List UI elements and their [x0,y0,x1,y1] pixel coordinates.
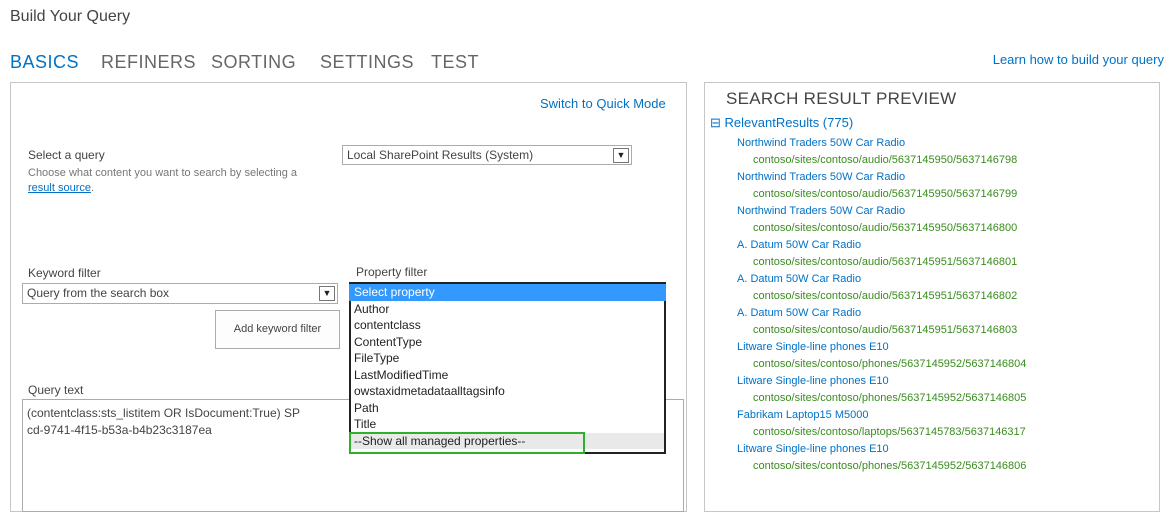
result-url: contoso/sites/contoso/audio/5637145951/5… [753,324,1018,336]
property-option-contentclass[interactable]: contentclass [351,317,664,334]
result-title[interactable]: Litware Single-line phones E10 [737,374,1157,391]
select-query-help-suffix: . [90,182,95,194]
property-option-filetype[interactable]: FileType [351,350,664,367]
keyword-filter-dropdown[interactable]: Query from the search box ▼ [22,283,338,304]
result-title[interactable]: A. Datum 50W Car Radio [737,306,1157,323]
result-url: contoso/sites/contoso/laptops/5637145783… [753,426,1026,438]
preview-title: SEARCH RESULT PREVIEW [726,89,957,108]
select-query-help-text: Choose what content you want to search b… [28,167,298,179]
property-option-path[interactable]: Path [351,400,664,417]
tab-settings[interactable]: SETTINGS [320,52,414,73]
result-title[interactable]: Litware Single-line phones E10 [737,442,1157,459]
result-title[interactable]: A. Datum 50W Car Radio [737,238,1157,255]
show-all-highlight [349,432,585,454]
select-query-help: Choose what content you want to search b… [28,166,318,196]
result-title[interactable]: Northwind Traders 50W Car Radio [737,170,1157,187]
property-filter-label: Property filter [356,265,428,279]
property-filter-list[interactable]: Select property Author contentclass Cont… [349,282,666,454]
property-option-contenttype[interactable]: ContentType [351,334,664,351]
query-text-label: Query text [28,383,84,397]
tab-test[interactable]: TEST [431,52,479,73]
results-list: Northwind Traders 50W Car Radio contoso/s… [737,136,1157,476]
results-group-label: RelevantResults (775) [724,115,854,130]
result-source-link[interactable]: result source [28,182,91,194]
result-url: contoso/sites/contoso/audio/5637145950/5… [753,154,1018,166]
property-option-author[interactable]: Author [351,301,664,318]
property-option-tagsinfo[interactable]: owstaxidmetadataalltagsinfo [351,383,664,400]
tab-basics[interactable]: BASICS [10,52,79,73]
result-url: contoso/sites/contoso/phones/5637145952/… [753,460,1027,472]
chevron-down-icon[interactable]: ▼ [319,286,335,301]
result-url: contoso/sites/contoso/audio/5637145951/5… [753,256,1018,268]
result-url: contoso/sites/contoso/audio/5637145950/5… [753,222,1018,234]
tab-sorting[interactable]: SORTING [211,52,296,73]
keyword-filter-label: Keyword filter [28,266,101,280]
chevron-down-icon[interactable]: ▼ [613,148,629,163]
result-title[interactable]: A. Datum 50W Car Radio [737,272,1157,289]
switch-quick-mode-link[interactable]: Switch to Quick Mode [540,96,666,111]
property-option-title[interactable]: Title [351,416,664,433]
tab-refiners[interactable]: REFINERS [101,52,196,73]
result-title[interactable]: Litware Single-line phones E10 [737,340,1157,357]
result-url: contoso/sites/contoso/phones/5637145952/… [753,358,1027,370]
select-query-label: Select a query [28,148,105,162]
property-option-lastmodified[interactable]: LastModifiedTime [351,367,664,384]
property-option-select[interactable]: Select property [349,284,666,301]
result-title[interactable]: Northwind Traders 50W Car Radio [737,204,1157,221]
collapse-icon[interactable]: ⊟ [710,115,721,130]
select-query-value: Local SharePoint Results (System) [347,148,534,162]
keyword-filter-value: Query from the search box [27,286,170,300]
dialog-title: Build Your Query [10,8,131,25]
select-query-dropdown[interactable]: Local SharePoint Results (System) ▼ [342,145,632,165]
add-keyword-filter-button[interactable]: Add keyword filter [215,310,340,349]
result-title[interactable]: Northwind Traders 50W Car Radio [737,136,1157,153]
result-title[interactable]: Fabrikam Laptop15 M5000 [737,408,1157,425]
result-url: contoso/sites/contoso/phones/5637145952/… [753,392,1027,404]
result-url: contoso/sites/contoso/audio/5637145951/5… [753,290,1018,302]
learn-query-link[interactable]: Learn how to build your query [993,52,1164,67]
result-url: contoso/sites/contoso/audio/5637145950/5… [753,188,1018,200]
results-group-header[interactable]: ⊟ RelevantResults (775) [710,115,853,131]
